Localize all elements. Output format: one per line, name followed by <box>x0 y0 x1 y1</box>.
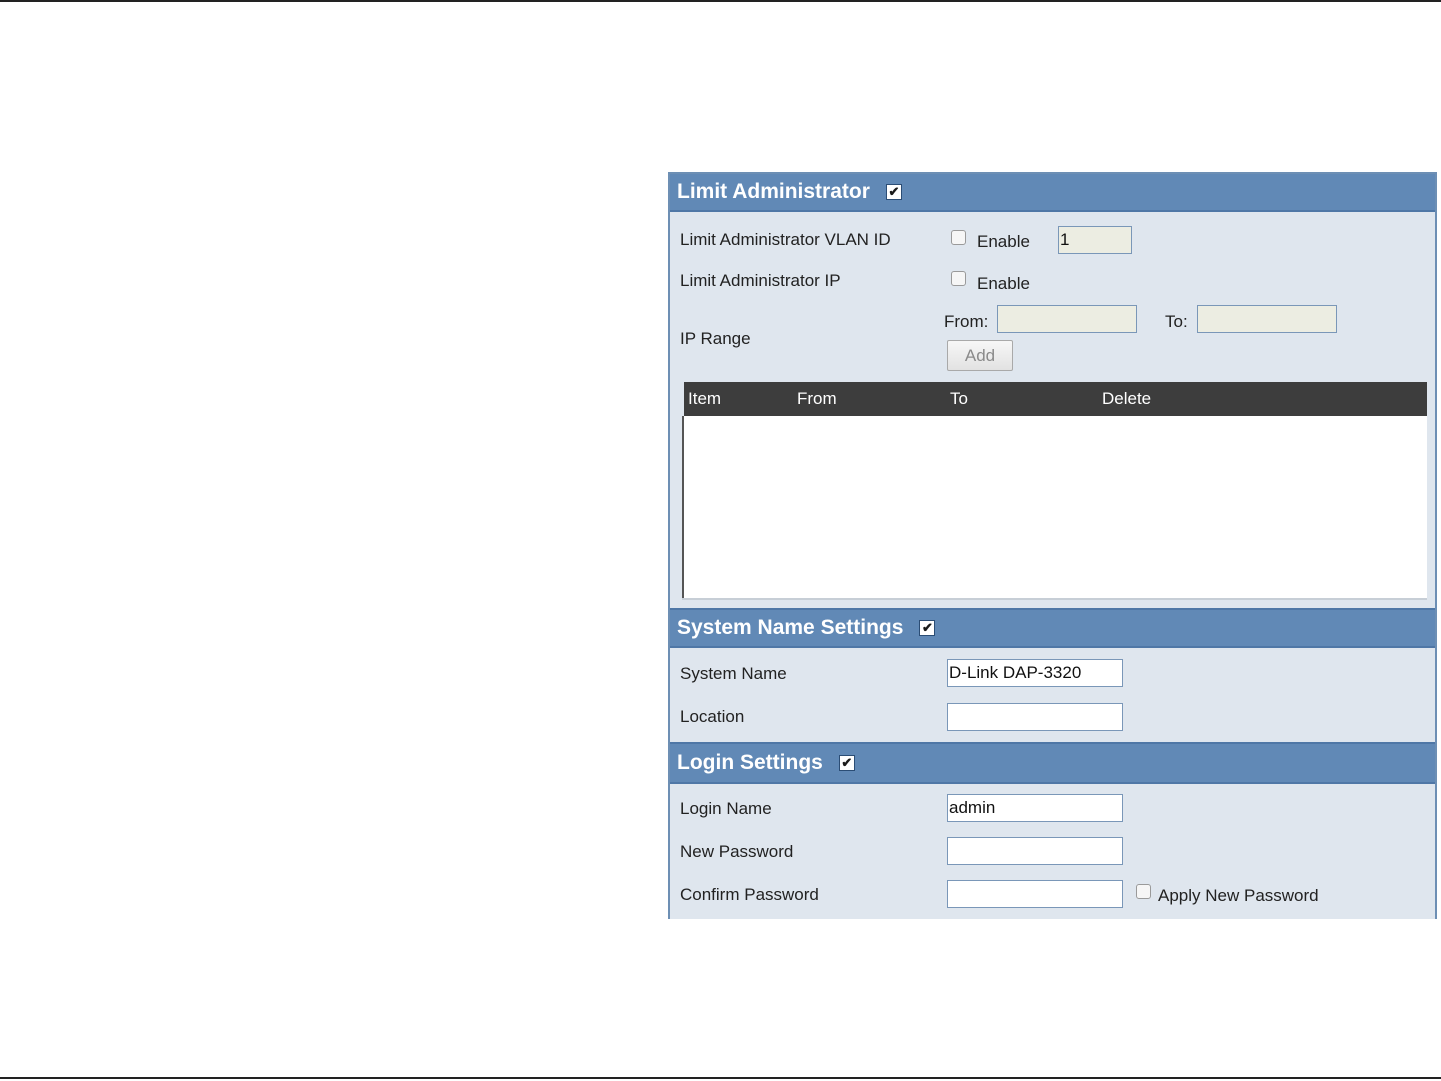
settings-panel: Limit Administrator ✔ Limit Administrato… <box>668 172 1437 919</box>
col-delete: Delete <box>1102 389 1152 408</box>
apply-password-label: Apply New Password <box>1158 886 1319 905</box>
table-bottom-border <box>682 598 1427 600</box>
check-icon: ✔ <box>841 755 853 770</box>
col-to: To <box>950 389 968 408</box>
check-icon: ✔ <box>921 620 933 635</box>
system-name-title: System Name Settings <box>677 616 904 639</box>
system-name-checkbox[interactable]: ✔ <box>919 620 936 636</box>
from-label: From: <box>944 312 989 331</box>
to-label: To: <box>1165 312 1188 331</box>
ip-enable-checkbox[interactable] <box>951 271 966 286</box>
col-item: Item <box>688 389 722 408</box>
location-label: Location <box>680 707 745 726</box>
admin-ip-label: Limit Administrator IP <box>680 271 841 290</box>
vlan-id-input[interactable]: 1 <box>1058 226 1132 254</box>
to-ip-input[interactable] <box>1197 305 1337 333</box>
login-settings-title: Login Settings <box>677 751 823 774</box>
check-icon: ✔ <box>888 184 900 199</box>
col-from: From <box>797 389 837 408</box>
system-name-input[interactable]: D-Link DAP-3320 <box>947 659 1123 687</box>
vlan-id-label: Limit Administrator VLAN ID <box>680 230 891 249</box>
new-password-label: New Password <box>680 842 794 861</box>
confirm-password-label: Confirm Password <box>680 885 819 904</box>
ip-range-table-body <box>682 416 1427 600</box>
login-settings-header: Login Settings ✔ <box>670 742 1435 784</box>
top-rule <box>0 0 1441 2</box>
login-settings-checkbox[interactable]: ✔ <box>838 755 855 771</box>
limit-admin-checkbox[interactable]: ✔ <box>885 184 902 200</box>
login-name-input[interactable]: admin <box>947 794 1123 822</box>
from-ip-input[interactable] <box>997 305 1137 333</box>
ip-enable-label: Enable <box>977 274 1030 293</box>
system-name-header: System Name Settings ✔ <box>670 608 1435 648</box>
ip-range-label: IP Range <box>680 329 751 348</box>
vlan-enable-label: Enable <box>977 232 1030 251</box>
location-input[interactable] <box>947 703 1123 731</box>
system-name-label: System Name <box>680 664 787 683</box>
vlan-enable-checkbox[interactable] <box>951 230 966 245</box>
limit-admin-title: Limit Administrator <box>677 180 870 203</box>
bottom-rule <box>0 1077 1441 1079</box>
new-password-input[interactable] <box>947 837 1123 865</box>
apply-password-checkbox[interactable] <box>1136 884 1151 899</box>
limit-admin-header: Limit Administrator ✔ <box>670 174 1435 212</box>
ip-range-table-header: Item From To Delete <box>684 382 1427 416</box>
login-name-label: Login Name <box>680 799 772 818</box>
confirm-password-input[interactable] <box>947 880 1123 908</box>
add-button[interactable]: Add <box>947 340 1013 371</box>
